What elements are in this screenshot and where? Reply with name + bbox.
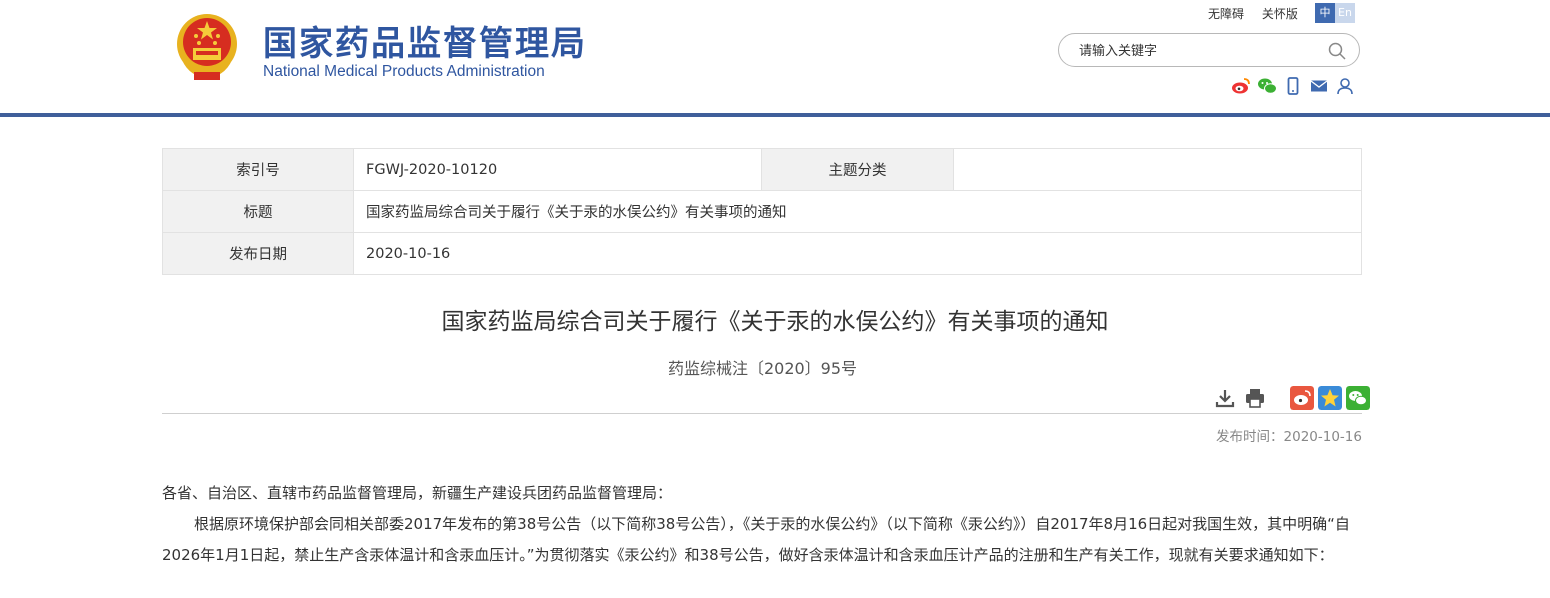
table-row: 发布日期 2020-10-16 xyxy=(162,232,1362,275)
national-emblem-icon[interactable] xyxy=(172,10,242,82)
date-value: 2020-10-16 xyxy=(353,232,1362,275)
mobile-icon[interactable] xyxy=(1283,76,1303,96)
article-title: 国家药监局综合司关于履行《关于汞的水俣公约》有关事项的通知 xyxy=(441,309,1109,335)
article-tools xyxy=(1214,386,1370,410)
category-value xyxy=(953,148,1362,191)
lang-zh-button[interactable]: 中 xyxy=(1315,3,1335,23)
weibo-icon[interactable] xyxy=(1231,76,1251,96)
share-wechat-icon[interactable] xyxy=(1346,386,1370,410)
download-icon[interactable] xyxy=(1214,387,1236,409)
index-label: 索引号 xyxy=(162,148,354,191)
article-body: 各省、自治区、直辖市药品监督管理局，新疆生产建设兵团药品监督管理局： 根据原环境… xyxy=(162,478,1362,571)
wechat-icon[interactable] xyxy=(1257,76,1277,96)
table-row: 标题 国家药监局综合司关于履行《关于汞的水俣公约》有关事项的通知 xyxy=(162,190,1362,233)
language-switch: 中 En xyxy=(1315,3,1355,23)
mail-icon[interactable] xyxy=(1309,76,1329,96)
accessibility-link[interactable]: 无障碍 xyxy=(1208,7,1244,21)
user-icon[interactable] xyxy=(1335,76,1355,96)
print-icon[interactable] xyxy=(1244,387,1266,409)
title-divider xyxy=(162,413,1362,414)
title-label: 标题 xyxy=(162,190,354,233)
site-name-cn[interactable]: 国家药品监督管理局 xyxy=(263,16,587,65)
share-qzone-icon[interactable] xyxy=(1318,386,1342,410)
care-mode-link[interactable]: 关怀版 xyxy=(1262,7,1298,21)
table-row: 索引号 FGWJ-2020-10120 主题分类 xyxy=(162,148,1362,191)
search-box xyxy=(1058,33,1360,67)
lang-en-button[interactable]: En xyxy=(1335,3,1355,23)
category-label: 主题分类 xyxy=(761,148,954,191)
share-weibo-icon[interactable] xyxy=(1290,386,1314,410)
index-value: FGWJ-2020-10120 xyxy=(353,148,762,191)
publish-time: 发布时间：2020-10-16 xyxy=(1216,429,1362,445)
site-name-en[interactable]: National Medical Products Administration xyxy=(263,63,545,81)
header-divider xyxy=(0,113,1550,117)
search-input[interactable] xyxy=(1077,40,1321,62)
paragraph-1: 根据原环境保护部会同相关部委2017年发布的第38号公告（以下简称38号公告），… xyxy=(162,515,1350,564)
title-value: 国家药监局综合司关于履行《关于汞的水俣公约》有关事项的通知 xyxy=(353,190,1362,233)
site-header: 国家药品监督管理局 National Medical Products Admi… xyxy=(0,0,1550,113)
top-links: 无障碍 关怀版 xyxy=(1208,5,1312,22)
social-links xyxy=(1231,76,1355,96)
document-metadata-table: 索引号 FGWJ-2020-10120 主题分类 标题 国家药监局综合司关于履行… xyxy=(162,148,1362,275)
salutation: 各省、自治区、直辖市药品监督管理局，新疆生产建设兵团药品监督管理局： xyxy=(162,484,673,502)
search-icon[interactable] xyxy=(1327,41,1347,61)
date-label: 发布日期 xyxy=(162,232,354,275)
document-number: 药监综械注〔2020〕95号 xyxy=(667,359,858,378)
